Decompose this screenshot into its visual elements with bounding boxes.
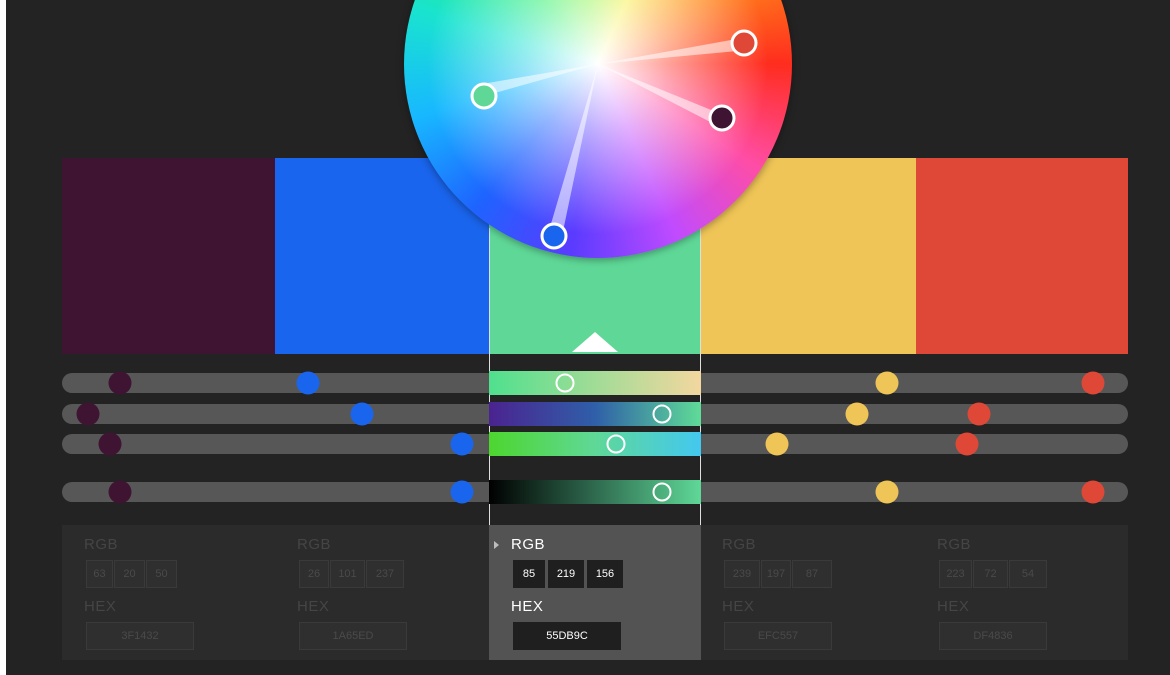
slider-2-handle-swatch-2[interactable] — [350, 402, 374, 426]
swatch-5[interactable] — [916, 158, 1128, 354]
slider-2-handle-swatch-1[interactable] — [76, 402, 100, 426]
hex-label-4: HEX — [722, 598, 755, 615]
selected-slider-3[interactable] — [489, 432, 701, 456]
slider-2-handle-swatch-3[interactable] — [652, 404, 672, 424]
slider-4-handle-swatch-2[interactable] — [450, 480, 474, 504]
rgb-r-field-2[interactable]: 26 — [299, 560, 329, 588]
slider-1-handle-swatch-4[interactable] — [875, 371, 899, 395]
slider-4-handle-swatch-5[interactable] — [1081, 480, 1105, 504]
slider-2-handle-swatch-4[interactable] — [845, 402, 869, 426]
rgb-r-field-3[interactable]: 85 — [513, 560, 545, 588]
rgb-b-field-4[interactable]: 87 — [792, 560, 832, 588]
hex-label-1: HEX — [84, 598, 117, 615]
slider-4-handle-swatch-3[interactable] — [652, 482, 672, 502]
slider-3-handle-swatch-1[interactable] — [98, 432, 122, 456]
slider-4-handle-swatch-4[interactable] — [875, 480, 899, 504]
triangle-up-icon — [572, 332, 618, 352]
rgb-g-field-5[interactable]: 72 — [973, 560, 1008, 588]
slider-4-handle-swatch-1[interactable] — [108, 480, 132, 504]
hex-field-3[interactable]: 55DB9C — [513, 622, 621, 650]
swatch-1[interactable] — [62, 158, 275, 354]
rgb-label-3: RGB — [511, 536, 546, 553]
rgb-label-1: RGB — [84, 536, 119, 553]
rgb-r-field-5[interactable]: 223 — [939, 560, 972, 588]
slider-3-handle-swatch-4[interactable] — [765, 432, 789, 456]
slider-3-handle-swatch-5[interactable] — [955, 432, 979, 456]
hex-label-3: HEX — [511, 598, 544, 615]
rgb-b-field-2[interactable]: 237 — [366, 560, 404, 588]
rgb-b-field-3[interactable]: 156 — [587, 560, 623, 588]
rgb-label-2: RGB — [297, 536, 332, 553]
rgb-g-field-3[interactable]: 219 — [548, 560, 584, 588]
slider-3-handle-swatch-2[interactable] — [450, 432, 474, 456]
slider-2-handle-swatch-5[interactable] — [967, 402, 991, 426]
rgb-g-field-2[interactable]: 101 — [330, 560, 365, 588]
hex-field-1[interactable]: 3F1432 — [86, 622, 194, 650]
slider-1-handle-swatch-2[interactable] — [296, 371, 320, 395]
selected-slider-1[interactable] — [489, 371, 701, 395]
slider-1-handle-swatch-3[interactable] — [555, 373, 575, 393]
caret-right-icon[interactable] — [494, 541, 499, 549]
color-scheme-editor: RGB 63 20 50 HEX 3F1432 RGB 26 101 237 H… — [6, 0, 1170, 675]
rgb-b-field-5[interactable]: 54 — [1009, 560, 1047, 588]
hex-field-2[interactable]: 1A65ED — [299, 622, 407, 650]
slider-1-handle-swatch-1[interactable] — [108, 371, 132, 395]
slider-3-handle-swatch-3[interactable] — [606, 434, 626, 454]
slider-1-handle-swatch-5[interactable] — [1081, 371, 1105, 395]
hex-field-5[interactable]: DF4836 — [939, 622, 1047, 650]
rgb-label-4: RGB — [722, 536, 757, 553]
rgb-b-field-1[interactable]: 50 — [146, 560, 177, 588]
rgb-label-5: RGB — [937, 536, 972, 553]
rgb-g-field-4[interactable]: 197 — [761, 560, 791, 588]
hex-label-2: HEX — [297, 598, 330, 615]
rgb-g-field-1[interactable]: 20 — [114, 560, 145, 588]
hex-field-4[interactable]: EFC557 — [724, 622, 832, 650]
rgb-r-field-4[interactable]: 239 — [724, 560, 760, 588]
hex-label-5: HEX — [937, 598, 970, 615]
rgb-r-field-1[interactable]: 63 — [86, 560, 113, 588]
